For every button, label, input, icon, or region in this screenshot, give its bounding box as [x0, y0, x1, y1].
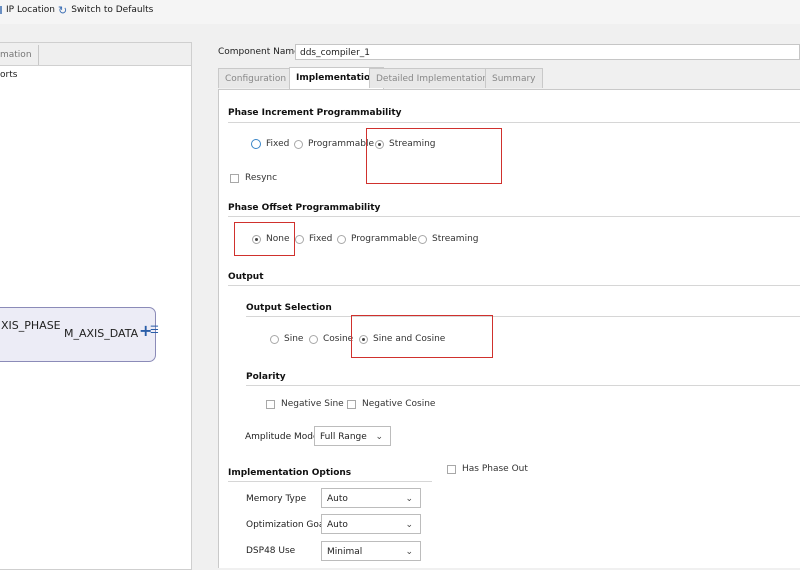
symbol-panel: mation orts XIS_PHASE M_AXIS_DATA + ☰ [0, 42, 192, 570]
refresh-icon: ↻ [58, 3, 68, 17]
radio-label: Streaming [432, 234, 479, 244]
phase-offset-fixed-radio[interactable]: Fixed [295, 234, 332, 244]
divider [228, 216, 800, 217]
highlight-box [351, 315, 493, 358]
highlight-box [366, 128, 502, 184]
radio-icon [251, 139, 261, 149]
radio-icon [295, 234, 304, 244]
radio-label: Programmable [351, 234, 418, 244]
port-m-axis-data: M_AXIS_DATA [64, 327, 139, 340]
select-value: Full Range [320, 432, 367, 442]
has-phase-out-checkbox[interactable]: Has Phase Out [447, 464, 528, 474]
output-title: Output [228, 272, 264, 282]
radio-label: Fixed [266, 139, 290, 149]
amplitude-mode-label: Amplitude Mode [245, 432, 319, 442]
radio-icon [309, 334, 318, 344]
phase-increment-title: Phase Increment Programmability [228, 108, 402, 118]
output-selection-title: Output Selection [246, 303, 332, 313]
ip-location-label: IP Location [6, 5, 56, 15]
radio-label: Fixed [309, 234, 333, 244]
negative-cosine-checkbox[interactable]: Negative Cosine [347, 399, 435, 409]
optimization-goal-label: Optimization Goal [246, 520, 327, 530]
toolbar: IP Location ↻ Switch to Defaults [0, 0, 800, 24]
phase-offset-programmable-radio[interactable]: Programmable [337, 234, 417, 244]
component-name-input[interactable]: dds_compiler_1 [295, 44, 800, 60]
select-value: Minimal [327, 547, 363, 557]
checkbox-icon [447, 464, 456, 474]
tab-summary[interactable]: Summary [485, 68, 543, 88]
amplitude-mode-select[interactable]: Full Range ⌄ [314, 426, 391, 446]
checkbox-icon [230, 173, 239, 183]
output-cosine-radio[interactable]: Cosine [309, 334, 353, 344]
dsp48-use-label: DSP48 Use [246, 546, 296, 556]
radio-label: Programmable [308, 139, 375, 149]
optimization-goal-select[interactable]: Auto ⌄ [321, 514, 421, 534]
radio-icon [270, 334, 279, 344]
memory-type-label: Memory Type [246, 494, 307, 504]
checkbox-icon [266, 399, 275, 409]
phase-inc-fixed-radio[interactable]: Fixed [251, 139, 289, 149]
select-value: Auto [327, 494, 348, 504]
memory-type-select[interactable]: Auto ⌄ [321, 488, 421, 508]
ip-location-button[interactable]: IP Location [0, 5, 55, 15]
phase-offset-title: Phase Offset Programmability [228, 203, 381, 213]
bus-interface-icon: ☰ [150, 325, 159, 336]
radio-icon [337, 234, 346, 244]
output-sine-radio[interactable]: Sine [270, 334, 303, 344]
switch-to-defaults-button[interactable]: ↻ Switch to Defaults [58, 3, 154, 17]
resync-checkbox[interactable]: Resync [230, 173, 277, 183]
chevron-down-icon: ⌄ [405, 494, 413, 504]
radio-label: Sine [284, 334, 304, 344]
radio-icon [294, 139, 303, 149]
ip-location-icon [0, 6, 2, 14]
chevron-down-icon: ⌄ [405, 547, 413, 557]
checkbox-label: Resync [245, 173, 278, 183]
implementation-options-title: Implementation Options [228, 468, 352, 478]
divider [246, 316, 800, 317]
tree-item-ports[interactable]: orts [0, 70, 17, 80]
ip-symbol-block: XIS_PHASE M_AXIS_DATA + ☰ [0, 307, 159, 362]
divider [228, 122, 800, 123]
highlight-box [234, 222, 295, 256]
dsp48-use-select[interactable]: Minimal ⌄ [321, 541, 421, 561]
left-tab-bar: mation [0, 43, 191, 66]
checkbox-label: Has Phase Out [462, 464, 528, 474]
checkbox-icon [347, 399, 356, 409]
select-value: Auto [327, 520, 348, 530]
divider [228, 481, 432, 482]
tab-documentation[interactable]: mation [0, 45, 39, 65]
tab-detailed-implementation[interactable]: Detailed Implementation [369, 68, 496, 88]
checkbox-label: Negative Cosine [362, 399, 436, 409]
component-name-label: Component Name [218, 47, 300, 57]
phase-offset-streaming-radio[interactable]: Streaming [418, 234, 478, 244]
chevron-down-icon: ⌄ [375, 432, 383, 442]
radio-label: Cosine [323, 334, 354, 344]
checkbox-label: Negative Sine [281, 399, 344, 409]
polarity-title: Polarity [246, 372, 286, 382]
tab-configuration[interactable]: Configuration [218, 68, 294, 88]
switch-defaults-label: Switch to Defaults [71, 5, 154, 15]
negative-sine-checkbox[interactable]: Negative Sine [266, 399, 344, 409]
divider [246, 385, 800, 386]
divider [228, 285, 800, 286]
phase-inc-programmable-radio[interactable]: Programmable [294, 139, 374, 149]
chevron-down-icon: ⌄ [405, 520, 413, 530]
port-s-axis-phase: XIS_PHASE [1, 319, 61, 332]
radio-icon [418, 234, 427, 244]
